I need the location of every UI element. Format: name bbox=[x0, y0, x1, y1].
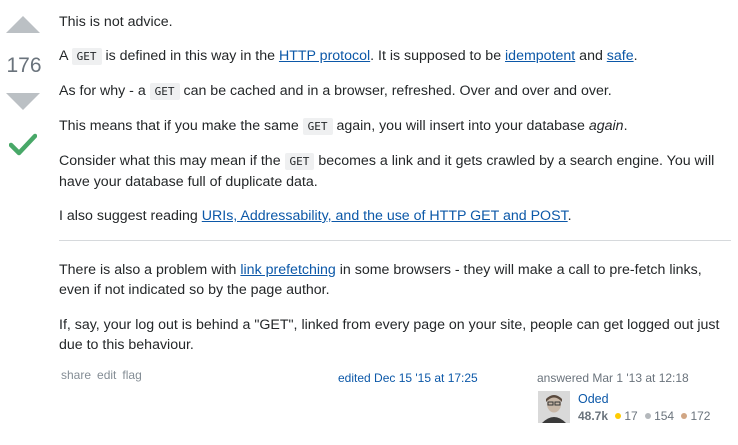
text: This means that if you make the same bbox=[59, 118, 303, 134]
flag-link[interactable]: flag bbox=[122, 368, 141, 382]
paragraph-log-out: If, say, your log out is behind a "GET",… bbox=[59, 317, 720, 353]
code-get: GET bbox=[284, 153, 315, 170]
text: . bbox=[623, 118, 628, 134]
divider bbox=[59, 240, 731, 241]
bronze-badge-count: 172 bbox=[690, 409, 711, 423]
bronze-badge-icon bbox=[681, 413, 688, 420]
link-link-prefetching[interactable]: link prefetching bbox=[240, 262, 335, 278]
answered-timestamp: answered Mar 1 '13 at 12:18 bbox=[537, 371, 689, 385]
link-http-protocol[interactable]: HTTP protocol bbox=[279, 48, 370, 64]
text: There is also a problem with bbox=[59, 262, 241, 278]
paragraph-suggest-reading: I also suggest reading URIs, Addressabil… bbox=[59, 206, 572, 226]
reputation-score: 48.7k bbox=[578, 409, 609, 423]
paragraph-search-engine: Consider what this may mean if the GET b… bbox=[59, 151, 731, 192]
user-name-link[interactable]: Oded bbox=[578, 392, 609, 406]
vote-count: 176 bbox=[6, 54, 42, 77]
text: again, you will insert into your databas… bbox=[332, 118, 589, 134]
text: . bbox=[633, 48, 638, 64]
link-idempotent[interactable]: idempotent bbox=[505, 48, 575, 64]
text: is defined in this way in the bbox=[101, 48, 279, 64]
gold-badge-icon bbox=[615, 413, 622, 420]
silver-badge-icon bbox=[645, 413, 652, 420]
text: Consider what this may mean if the bbox=[59, 153, 285, 169]
downvote-arrow-icon[interactable] bbox=[6, 93, 40, 110]
paragraph-link-prefetching: There is also a problem with link prefet… bbox=[59, 260, 709, 300]
user-avatar-icon bbox=[538, 391, 570, 423]
share-link[interactable]: share bbox=[61, 368, 91, 382]
text: . bbox=[567, 208, 572, 224]
emphasis-again: again bbox=[588, 118, 624, 134]
code-get: GET bbox=[71, 48, 102, 65]
text: and bbox=[575, 48, 607, 64]
text: . It is supposed to be bbox=[370, 48, 506, 64]
link-safe[interactable]: safe bbox=[607, 48, 634, 64]
user-stats: 48.7k 17 154 172 bbox=[578, 409, 710, 423]
paragraph-insert-again: This means that if you make the same GET… bbox=[59, 116, 628, 137]
avatar[interactable] bbox=[538, 391, 570, 423]
upvote-arrow-icon[interactable] bbox=[6, 16, 40, 33]
edit-link[interactable]: edit bbox=[97, 368, 116, 382]
code-get: GET bbox=[302, 118, 333, 135]
accepted-checkmark-icon bbox=[9, 133, 37, 156]
paragraph-not-advice: This is not advice. bbox=[59, 14, 173, 30]
text: can be cached and in a browser, refreshe… bbox=[179, 83, 612, 99]
code-get: GET bbox=[149, 83, 180, 100]
edited-timestamp[interactable]: edited Dec 15 '15 at 17:25 bbox=[338, 371, 478, 385]
paragraph-get-definition: A GET is defined in this way in the HTTP… bbox=[59, 46, 638, 67]
post-menu: share edit flag bbox=[61, 368, 148, 382]
text: I also suggest reading bbox=[59, 208, 202, 224]
paragraph-cached: As for why - a GET can be cached and in … bbox=[59, 81, 612, 102]
silver-badge-count: 154 bbox=[654, 409, 675, 423]
link-uris-addressability[interactable]: URIs, Addressability, and the use of HTT… bbox=[202, 208, 568, 224]
text: A bbox=[59, 48, 72, 64]
gold-badge-count: 17 bbox=[624, 409, 638, 423]
text: As for why - a bbox=[59, 83, 150, 99]
